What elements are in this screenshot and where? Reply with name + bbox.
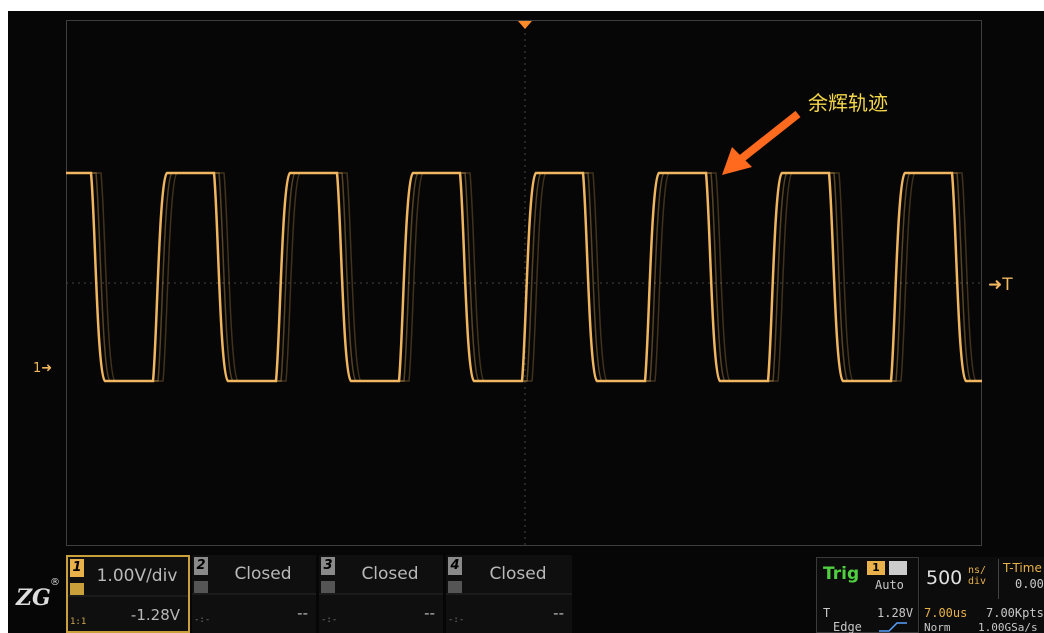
channel4-scale[interactable]: Closed — [464, 555, 572, 593]
trigger-title: Trig — [823, 564, 860, 584]
channel1-level-marker[interactable]: 1➜ — [33, 361, 52, 376]
channel2-probe-ratio: -:- — [194, 615, 211, 625]
svg-text:ZG: ZG — [15, 585, 51, 611]
channel3-offset[interactable]: -- — [337, 595, 435, 631]
timebase-offset: 0.00 — [1015, 577, 1044, 591]
channel1-offset[interactable]: -1.28V — [86, 597, 180, 633]
annotation-arrow-icon — [722, 110, 801, 175]
trigger-type[interactable]: Edge — [833, 620, 862, 633]
channel3-panel[interactable]: 3 Closed -- -:- — [319, 555, 443, 633]
channel1-scale[interactable]: 1.00V/div — [86, 557, 188, 595]
sample-rate: 1.00GSa/s — [978, 621, 1038, 633]
channel4-offset[interactable]: -- — [464, 595, 564, 631]
channel3-scale[interactable]: Closed — [337, 555, 443, 593]
timebase-unit: ns/div — [968, 565, 987, 587]
rising-edge-icon — [879, 622, 907, 632]
channel2-offset[interactable]: -- — [210, 595, 308, 631]
zlg-logo: ZG ® — [15, 577, 60, 611]
trigger-coupling-icon — [889, 561, 907, 575]
channel1-panel[interactable]: 1 1.00V/div -1.28V 1:1 — [66, 555, 190, 633]
channel2-panel[interactable]: 2 Closed -- -:- — [192, 555, 316, 633]
channel4-coupling-icon — [448, 581, 462, 593]
channel3-coupling-icon — [321, 581, 335, 593]
channel4-number: 4 — [448, 557, 462, 575]
channel2-number: 2 — [194, 557, 208, 575]
trigger-level-label: T — [823, 606, 831, 620]
horizontal-delay[interactable]: 7.00us — [924, 606, 967, 620]
memory-depth[interactable]: 7.00Kpts — [986, 606, 1044, 620]
trigger-source[interactable]: 1 — [867, 561, 885, 575]
channel4-panel[interactable]: 4 Closed -- -:- — [446, 555, 572, 633]
svg-text:®: ® — [50, 577, 60, 588]
channel1-coupling-icon — [70, 583, 84, 595]
trigger-level-marker[interactable]: ➜T — [988, 275, 1013, 295]
channel1-probe-ratio: 1:1 — [70, 617, 87, 627]
timebase-scale[interactable]: 500 — [926, 567, 962, 589]
trigger-level[interactable]: 1.28V — [877, 606, 913, 620]
channel3-number: 3 — [321, 557, 335, 575]
timebase-mode-box[interactable]: T-Time 0.00 — [998, 559, 1044, 599]
acquire-mode[interactable]: Norm — [924, 621, 951, 633]
channel2-scale[interactable]: Closed — [210, 555, 316, 593]
timebase-mode: T-Time — [1003, 561, 1042, 575]
channel1-number: 1 — [70, 559, 84, 577]
oscilloscope-screen: 余辉轨迹 1➜ ➜T ZG ® 1 1.00V/div -1.28V 1:1 2… — [8, 11, 1044, 633]
channel3-probe-ratio: -:- — [321, 615, 338, 625]
trigger-mode[interactable]: Auto — [875, 578, 904, 592]
trigger-panel[interactable]: Trig 1 Auto T 1.28V Edge — [816, 557, 919, 633]
channel4-probe-ratio: -:- — [448, 615, 465, 625]
timebase-panel[interactable]: 500 ns/div T-Time 0.00 7.00us 7.00Kpts N… — [920, 557, 1044, 633]
channel2-coupling-icon — [194, 581, 208, 593]
